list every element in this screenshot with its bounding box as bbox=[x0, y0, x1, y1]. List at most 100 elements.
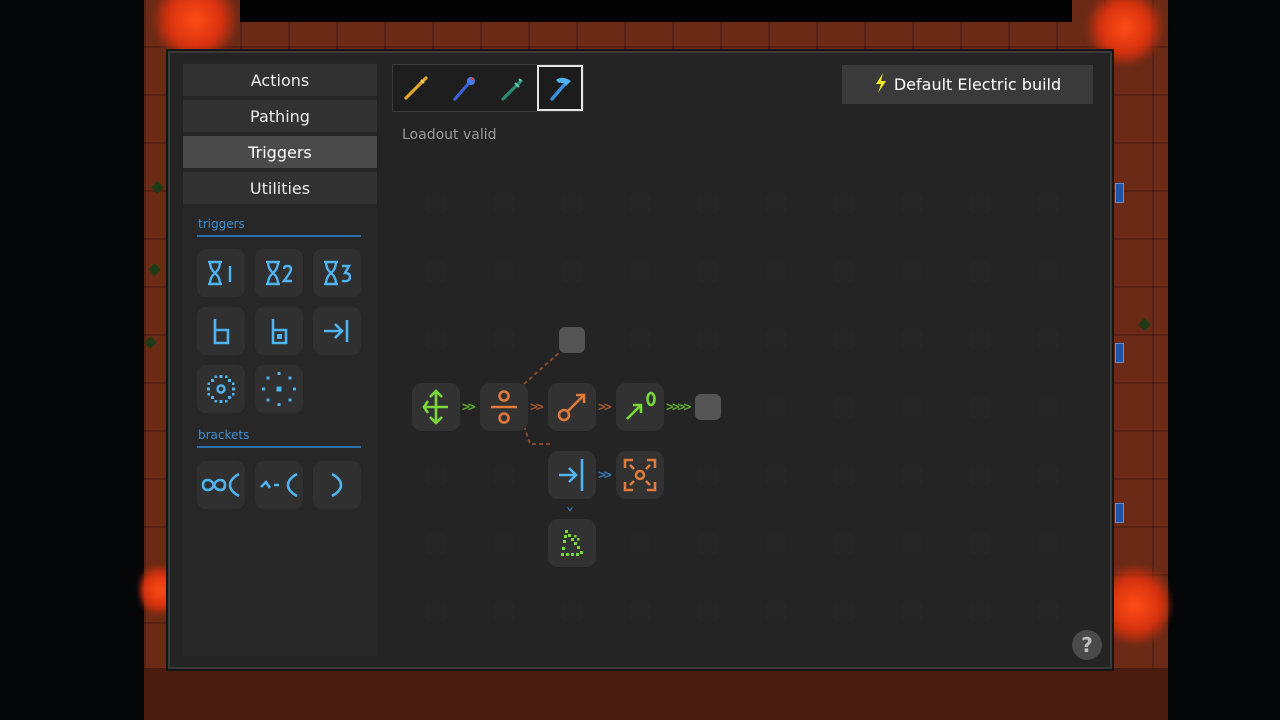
grid-slot[interactable] bbox=[833, 600, 855, 622]
bolt-shot-icon[interactable] bbox=[548, 383, 596, 431]
grid-slot[interactable] bbox=[969, 600, 991, 622]
flow-arrow: >> bbox=[530, 400, 544, 415]
grid-slot[interactable] bbox=[901, 260, 923, 282]
flow-arrow-down: ⌄ bbox=[566, 499, 574, 514]
grid-slot[interactable] bbox=[697, 328, 719, 350]
flow-arrow: >> bbox=[462, 400, 476, 415]
grid-slot[interactable] bbox=[765, 600, 787, 622]
grid-slot[interactable] bbox=[629, 532, 651, 554]
grid-slot[interactable] bbox=[1037, 396, 1059, 418]
grid-slot[interactable] bbox=[833, 464, 855, 486]
arrow-to-bar-icon[interactable] bbox=[548, 451, 596, 499]
grid-slot[interactable] bbox=[969, 532, 991, 554]
grid-slot[interactable] bbox=[833, 192, 855, 214]
split-arrows-icon[interactable] bbox=[412, 383, 460, 431]
grid-slot[interactable] bbox=[425, 464, 447, 486]
hammer-wand-icon[interactable] bbox=[537, 65, 583, 111]
grid-slot[interactable] bbox=[765, 328, 787, 350]
grid-slot[interactable] bbox=[1037, 464, 1059, 486]
collision-trigger-alt-icon[interactable] bbox=[255, 307, 303, 355]
grid-slot[interactable] bbox=[425, 260, 447, 282]
grid-slot[interactable] bbox=[765, 532, 787, 554]
help-label: ? bbox=[1081, 633, 1093, 657]
grid-slot[interactable] bbox=[493, 464, 515, 486]
grid-slot[interactable] bbox=[969, 192, 991, 214]
grid-slot[interactable] bbox=[493, 192, 515, 214]
grid-slot[interactable] bbox=[901, 600, 923, 622]
infinity-bracket-icon[interactable] bbox=[197, 461, 245, 509]
grid-slot[interactable] bbox=[969, 396, 991, 418]
grid-slot[interactable] bbox=[629, 260, 651, 282]
default-build-button[interactable]: Default Electric build bbox=[842, 65, 1093, 104]
grid-slot[interactable] bbox=[493, 600, 515, 622]
grid-slot[interactable] bbox=[765, 464, 787, 486]
grid-slot[interactable] bbox=[1037, 260, 1059, 282]
grid-slot[interactable] bbox=[561, 192, 583, 214]
grid-slot[interactable] bbox=[901, 532, 923, 554]
timer-1-icon[interactable] bbox=[197, 249, 245, 297]
grid-slot[interactable] bbox=[765, 396, 787, 418]
burst-icon[interactable] bbox=[616, 451, 664, 499]
grid-slot[interactable] bbox=[901, 328, 923, 350]
tab-actions[interactable]: Actions bbox=[183, 64, 377, 96]
tab-label: Triggers bbox=[248, 142, 312, 162]
grid-slot[interactable] bbox=[833, 396, 855, 418]
grid-slot[interactable] bbox=[901, 192, 923, 214]
sparse-ring-icon[interactable] bbox=[255, 365, 303, 413]
tab-triggers[interactable]: Triggers bbox=[183, 136, 377, 168]
grid-slot[interactable] bbox=[493, 532, 515, 554]
wave-bracket-icon[interactable] bbox=[255, 461, 303, 509]
grid-slot[interactable] bbox=[765, 260, 787, 282]
section-label-triggers: triggers bbox=[198, 217, 245, 231]
flow-arrow: >> bbox=[598, 468, 612, 483]
grid-slot[interactable] bbox=[697, 600, 719, 622]
tab-utilities[interactable]: Utilities bbox=[183, 172, 377, 204]
collision-trigger-icon[interactable] bbox=[197, 307, 245, 355]
yellow-wand-icon[interactable] bbox=[393, 65, 439, 111]
arrow-to-bar-icon[interactable] bbox=[313, 307, 361, 355]
grid-slot[interactable] bbox=[833, 532, 855, 554]
tab-pathing[interactable]: Pathing bbox=[183, 100, 377, 132]
grid-slot[interactable] bbox=[901, 396, 923, 418]
triangle-dots-icon[interactable] bbox=[548, 519, 596, 567]
close-bracket-icon[interactable] bbox=[313, 461, 361, 509]
grid-slot[interactable] bbox=[1037, 192, 1059, 214]
grid-slot[interactable] bbox=[1037, 600, 1059, 622]
grid-slot[interactable] bbox=[765, 192, 787, 214]
grid-slot[interactable] bbox=[629, 600, 651, 622]
grid-slot[interactable] bbox=[833, 260, 855, 282]
grid-slot[interactable] bbox=[425, 532, 447, 554]
grid-slot[interactable] bbox=[901, 464, 923, 486]
grid-slot[interactable] bbox=[425, 600, 447, 622]
empty-node[interactable] bbox=[695, 394, 721, 420]
grid-slot[interactable] bbox=[697, 464, 719, 486]
grid-slot[interactable] bbox=[1037, 532, 1059, 554]
grid-slot[interactable] bbox=[425, 328, 447, 350]
build-button-label: Default Electric build bbox=[893, 75, 1062, 94]
grid-slot[interactable] bbox=[697, 532, 719, 554]
grid-slot[interactable] bbox=[697, 260, 719, 282]
help-button[interactable]: ? bbox=[1072, 630, 1102, 660]
grid-slot[interactable] bbox=[697, 192, 719, 214]
timer-3-icon[interactable] bbox=[313, 249, 361, 297]
green-wand-icon[interactable] bbox=[489, 65, 535, 111]
grid-slot[interactable] bbox=[969, 464, 991, 486]
green-arrow-icon[interactable] bbox=[616, 383, 664, 431]
grid-slot[interactable] bbox=[969, 328, 991, 350]
grid-slot[interactable] bbox=[969, 260, 991, 282]
blue-wand-icon[interactable] bbox=[441, 65, 487, 111]
grid-slot[interactable] bbox=[1037, 328, 1059, 350]
grid-slot[interactable] bbox=[629, 192, 651, 214]
grid-slot[interactable] bbox=[493, 260, 515, 282]
dense-ring-icon[interactable] bbox=[197, 365, 245, 413]
grid-slot[interactable] bbox=[425, 192, 447, 214]
divide-icon[interactable] bbox=[480, 383, 528, 431]
grid-slot[interactable] bbox=[561, 600, 583, 622]
grid-slot[interactable] bbox=[493, 328, 515, 350]
dungeon-floor-shadow bbox=[144, 668, 1168, 720]
grid-slot[interactable] bbox=[833, 328, 855, 350]
lightning-icon bbox=[874, 72, 888, 98]
grid-slot[interactable] bbox=[629, 328, 651, 350]
timer-2-icon[interactable] bbox=[255, 249, 303, 297]
grid-slot[interactable] bbox=[561, 260, 583, 282]
